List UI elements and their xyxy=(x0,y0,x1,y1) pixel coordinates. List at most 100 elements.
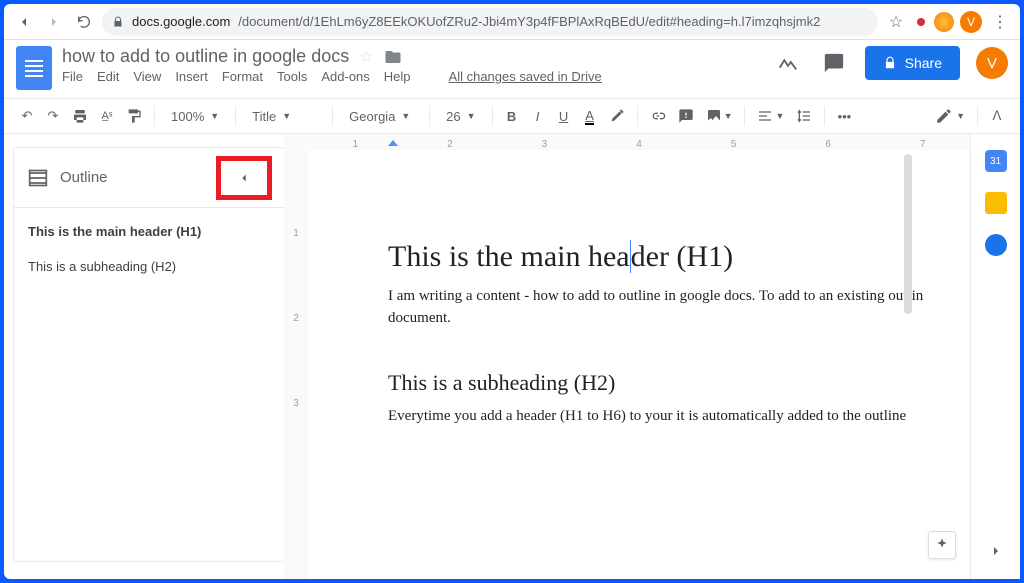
style-value: Title xyxy=(252,109,276,124)
menu-format[interactable]: Format xyxy=(222,69,263,84)
forward-button[interactable] xyxy=(42,10,66,34)
formatting-toolbar: ↶ ↷ A̲ˢ 100%▼ Title▼ Georgia▼ 26▼ B I U … xyxy=(4,98,1020,134)
outline-item-h1[interactable]: This is the main header (H1) xyxy=(28,224,270,239)
side-panel: 31 xyxy=(970,134,1020,579)
highlight-button[interactable] xyxy=(605,103,629,129)
menu-addons[interactable]: Add-ons xyxy=(321,69,369,84)
share-label: Share xyxy=(905,55,942,71)
bold-button[interactable]: B xyxy=(501,103,523,129)
menu-insert[interactable]: Insert xyxy=(175,69,208,84)
vertical-scrollbar[interactable] xyxy=(904,154,912,314)
omnibox[interactable]: docs.google.com/document/d/1EhLm6yZ8EEkO… xyxy=(102,8,878,36)
font-size-select[interactable]: 26▼ xyxy=(438,103,483,129)
doc-title[interactable]: how to add to outline in google docs xyxy=(62,46,349,67)
doc-heading-1[interactable]: This is the main header (H1) xyxy=(388,240,970,274)
redo-button[interactable]: ↷ xyxy=(42,103,64,129)
extension-icon-1[interactable] xyxy=(917,18,925,26)
browser-address-bar: docs.google.com/document/d/1EhLm6yZ8EEkO… xyxy=(4,4,1020,40)
menu-tools[interactable]: Tools xyxy=(277,69,307,84)
tasks-icon[interactable] xyxy=(985,234,1007,256)
align-button[interactable]: ▼ xyxy=(753,103,788,129)
text-color-button[interactable]: A xyxy=(579,103,601,129)
account-avatar[interactable]: V xyxy=(976,47,1008,79)
star-icon[interactable]: ☆ xyxy=(359,47,373,67)
browser-profile-avatar[interactable]: V xyxy=(960,11,982,33)
keep-icon[interactable] xyxy=(985,192,1007,214)
collapse-outline-button[interactable] xyxy=(216,156,272,200)
bookmark-star-icon[interactable]: ☆ xyxy=(884,10,908,34)
outline-panel: Outline This is the main header (H1) Thi… xyxy=(14,148,284,561)
insert-link-button[interactable] xyxy=(646,103,670,129)
doc-heading-2[interactable]: This is a subheading (H2) xyxy=(388,370,970,396)
browser-menu-icon[interactable]: ⋮ xyxy=(988,10,1012,34)
undo-button[interactable]: ↶ xyxy=(16,103,38,129)
h1-text-before: This is the main hea xyxy=(388,240,630,273)
google-docs-app: how to add to outline in google docs ☆ F… xyxy=(4,40,1020,579)
back-button[interactable] xyxy=(12,10,36,34)
vertical-ruler[interactable]: 1 2 3 xyxy=(284,134,308,579)
zoom-select[interactable]: 100%▼ xyxy=(163,103,227,129)
outline-items: This is the main header (H1) This is a s… xyxy=(14,208,284,310)
doc-paragraph-2[interactable]: Everytime you add a header (H1 to H6) to… xyxy=(388,406,970,428)
share-button[interactable]: Share xyxy=(865,46,960,80)
url-path: /document/d/1EhLm6yZ8EEkOKUofZRu2-Jbi4mY… xyxy=(238,14,820,29)
h-tick: 6 xyxy=(825,139,831,150)
lock-icon xyxy=(883,56,897,70)
v-tick: 1 xyxy=(284,228,308,239)
move-folder-icon[interactable] xyxy=(384,48,402,66)
h-tick: 3 xyxy=(542,139,548,150)
italic-button[interactable]: I xyxy=(527,103,549,129)
zoom-value: 100% xyxy=(171,109,204,124)
outline-item-h2[interactable]: This is a subheading (H2) xyxy=(28,259,270,274)
editing-mode-button[interactable]: ▼ xyxy=(931,103,969,129)
menu-view[interactable]: View xyxy=(133,69,161,84)
chevron-left-icon xyxy=(237,171,251,185)
url-host: docs.google.com xyxy=(132,14,230,29)
v-tick: 2 xyxy=(284,313,308,324)
font-value: Georgia xyxy=(349,109,395,124)
menu-help[interactable]: Help xyxy=(384,69,411,84)
outline-header: Outline xyxy=(14,148,284,208)
font-select[interactable]: Georgia▼ xyxy=(341,103,421,129)
paint-format-button[interactable] xyxy=(122,103,146,129)
reload-button[interactable] xyxy=(72,10,96,34)
chevron-right-icon xyxy=(988,543,1004,559)
outline-icon xyxy=(28,168,48,188)
explore-icon xyxy=(934,537,950,553)
calendar-icon[interactable]: 31 xyxy=(985,150,1007,172)
menu-bar: File Edit View Insert Format Tools Add-o… xyxy=(62,69,602,84)
h1-text-after: der (H1) xyxy=(631,240,733,273)
horizontal-ruler[interactable]: 1 2 3 4 5 6 7 xyxy=(308,134,970,150)
spellcheck-button[interactable]: A̲ˢ xyxy=(96,103,118,129)
style-select[interactable]: Title▼ xyxy=(244,103,324,129)
h-tick: 5 xyxy=(731,139,737,150)
doc-paragraph-1[interactable]: I am writing a content - how to add to o… xyxy=(388,286,970,330)
indent-marker-icon[interactable] xyxy=(388,140,398,146)
outline-title: Outline xyxy=(60,169,108,186)
underline-button[interactable]: U xyxy=(553,103,575,129)
h-tick: 1 xyxy=(353,139,359,150)
explore-button[interactable] xyxy=(928,531,956,559)
insert-comment-button[interactable] xyxy=(674,103,698,129)
more-toolbar-button[interactable]: ••• xyxy=(833,103,855,129)
browser-window: docs.google.com/document/d/1EhLm6yZ8EEkO… xyxy=(4,4,1020,579)
side-panel-toggle[interactable] xyxy=(988,543,1004,559)
edit-area: 1 2 3 1 2 3 4 5 6 7 This is the xyxy=(284,134,970,579)
save-status[interactable]: All changes saved in Drive xyxy=(449,69,602,84)
docs-header: how to add to outline in google docs ☆ F… xyxy=(4,40,1020,98)
extension-icon-2[interactable] xyxy=(934,12,954,32)
insert-image-button[interactable]: ▼ xyxy=(702,103,737,129)
activity-icon[interactable] xyxy=(773,50,803,76)
document-page[interactable]: This is the main header (H1) I am writin… xyxy=(308,150,970,579)
doc-meta: how to add to outline in google docs ☆ F… xyxy=(62,46,602,84)
comments-icon[interactable] xyxy=(819,50,849,76)
menu-file[interactable]: File xyxy=(62,69,83,84)
font-size-value: 26 xyxy=(446,109,460,124)
menu-edit[interactable]: Edit xyxy=(97,69,119,84)
print-button[interactable] xyxy=(68,103,92,129)
docs-logo-icon[interactable] xyxy=(16,46,52,90)
h-tick: 7 xyxy=(920,139,926,150)
line-spacing-button[interactable] xyxy=(792,103,816,129)
h-tick: 2 xyxy=(447,139,453,150)
hide-menus-button[interactable]: ᐱ xyxy=(986,103,1008,129)
